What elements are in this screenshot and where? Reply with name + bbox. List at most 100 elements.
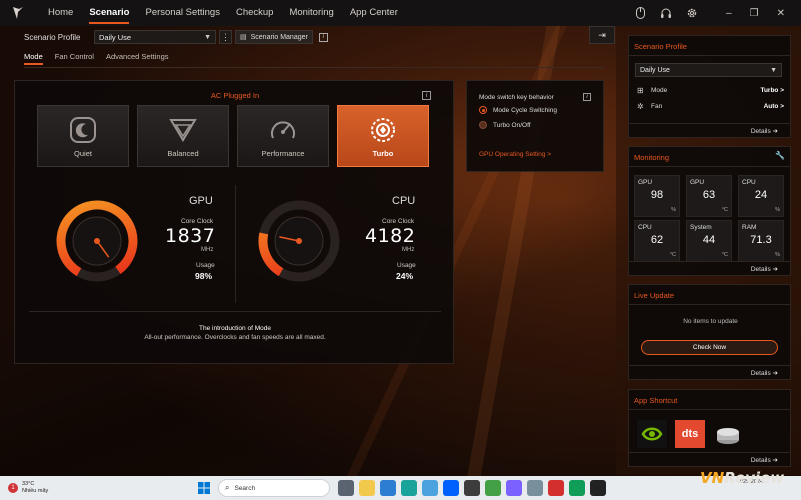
- maps-icon[interactable]: [485, 480, 501, 496]
- gpu-operating-setting-link[interactable]: GPU Operating Setting >: [479, 151, 551, 158]
- mode-cards: Quiet Balanced Performance Turbo: [37, 105, 429, 167]
- taskbar-search[interactable]: ⌕ Search: [218, 479, 330, 497]
- row-label: Fan: [651, 103, 663, 110]
- mail-icon[interactable]: [422, 480, 438, 496]
- mouse-icon[interactable]: [634, 7, 646, 19]
- tab-mode[interactable]: Mode: [24, 52, 43, 65]
- details-link[interactable]: Details ➜: [629, 261, 790, 275]
- scenario-profile-label: Scenario Profile: [24, 32, 81, 42]
- info-icon[interactable]: i: [422, 91, 431, 100]
- nvidia-app-icon[interactable]: [637, 420, 667, 448]
- tab-fan-control[interactable]: Fan Control: [55, 52, 94, 65]
- wrench-icon[interactable]: 🔧: [775, 151, 785, 160]
- nav-checkup[interactable]: Checkup: [228, 0, 282, 26]
- dts-app-icon[interactable]: dts: [675, 420, 705, 448]
- nav-personal-settings[interactable]: Personal Settings: [137, 0, 227, 26]
- cpu-clock-unit: MHz: [402, 247, 415, 253]
- mode-card-balanced[interactable]: Balanced: [137, 105, 229, 167]
- tile-unit: %: [775, 252, 780, 258]
- tab-advanced-settings[interactable]: Advanced Settings: [106, 52, 169, 65]
- file-explorer-icon[interactable]: [359, 480, 375, 496]
- tile-label: CPU: [742, 179, 756, 186]
- edge-icon[interactable]: [401, 480, 417, 496]
- row-label: Mode: [651, 87, 668, 94]
- tile-value: 71.3: [750, 234, 772, 246]
- close-icon[interactable]: ✕: [777, 8, 785, 19]
- nav-scenario[interactable]: Scenario: [81, 0, 137, 26]
- predator-sense-icon[interactable]: [548, 480, 564, 496]
- check-now-button[interactable]: Check Now: [641, 340, 778, 355]
- mode-label-performance: Performance: [261, 149, 305, 158]
- mode-icon: ⊞: [637, 86, 644, 95]
- info-icon[interactable]: i: [583, 93, 591, 101]
- settings-app-icon[interactable]: [527, 480, 543, 496]
- mode-card-quiet[interactable]: Quiet: [37, 105, 129, 167]
- mode-card-turbo[interactable]: Turbo: [337, 105, 429, 167]
- settings-icon[interactable]: [686, 7, 698, 19]
- scenario-profile-value: Daily Use: [99, 32, 132, 42]
- scenario-profile-card: Scenario Profile Daily Use ▼ ⊞ Mode Turb…: [628, 35, 791, 138]
- gpu-usage-value: 98%: [195, 271, 213, 281]
- monitoring-title: Monitoring: [634, 153, 670, 162]
- sidebar-toggle-button[interactable]: ⇥: [589, 26, 615, 44]
- mode-switch-panel: Mode switch key behavior i Mode Cycle Sw…: [466, 80, 604, 172]
- store-icon[interactable]: [380, 480, 396, 496]
- sidebar-profile-dropdown[interactable]: Daily Use ▼: [635, 63, 782, 77]
- quiet-icon: [70, 117, 96, 143]
- watermark-brand: VN: [700, 469, 725, 487]
- scenario-profile-bar: Scenario Profile Daily Use ▼ ⋮ ▤ Scenari…: [24, 30, 328, 44]
- notification-badge: 1: [8, 483, 18, 493]
- card-title: App Shortcut: [629, 390, 790, 410]
- arrow-right-icon: ➜: [772, 128, 778, 135]
- option-mode-cycle-switching[interactable]: Mode Cycle Switching: [479, 106, 557, 114]
- details-link[interactable]: Details ➜: [629, 452, 790, 466]
- right-sidebar: Scenario Profile Daily Use ▼ ⊞ Mode Turb…: [616, 26, 801, 475]
- details-label: Details: [750, 266, 771, 273]
- card-title: Monitoring 🔧: [629, 147, 790, 167]
- details-link[interactable]: Details ➜: [629, 365, 790, 379]
- more-options-button[interactable]: ⋮: [219, 30, 232, 44]
- nav-monitoring[interactable]: Monitoring: [281, 0, 341, 26]
- chevron-down-icon: ▼: [204, 33, 211, 41]
- gpu-usage-label: Usage: [196, 262, 215, 269]
- weather-widget[interactable]: 1 33°C Nhiều mây: [8, 481, 48, 495]
- app-icon[interactable]: [464, 480, 480, 496]
- tile-label: System: [690, 224, 712, 231]
- restore-icon[interactable]: ❐: [750, 8, 759, 19]
- arrow-right-icon: ➜: [772, 266, 778, 273]
- tile-value: 63: [702, 189, 716, 201]
- profile-fan-row[interactable]: ✲ Fan Auto >: [637, 102, 784, 111]
- app-icon[interactable]: [590, 480, 606, 496]
- tile-label: CPU: [638, 224, 652, 231]
- app-icon[interactable]: [569, 480, 585, 496]
- vnreview-watermark: VNReview: [700, 469, 784, 487]
- live-update-card: Live Update No items to update Check Now…: [628, 284, 791, 380]
- windows-taskbar: 1 33°C Nhiều mây ⌕ Search 7/29/2024: [0, 476, 801, 500]
- dts-logo-text: dts: [681, 428, 699, 440]
- nav-home[interactable]: Home: [40, 0, 81, 26]
- radio-selected-icon[interactable]: [479, 106, 487, 114]
- option-turbo-on-off[interactable]: Turbo On/Off: [479, 121, 531, 129]
- scenario-manager-button[interactable]: ▤ Scenario Manager: [235, 30, 313, 44]
- nav-app-center[interactable]: App Center: [342, 0, 406, 26]
- storage-app-icon[interactable]: [713, 420, 743, 448]
- subtabs-divider: [24, 67, 604, 68]
- minimize-icon[interactable]: –: [726, 8, 732, 19]
- radio-unselected-icon[interactable]: [479, 121, 487, 129]
- task-view-icon[interactable]: [338, 480, 354, 496]
- headset-icon[interactable]: [660, 7, 672, 19]
- app-icon[interactable]: [506, 480, 522, 496]
- mode-intro-title: The introduction of Mode: [199, 325, 271, 332]
- mode-card-performance[interactable]: Performance: [237, 105, 329, 167]
- profile-mode-row[interactable]: ⊞ Mode Turbo >: [637, 86, 784, 95]
- details-link[interactable]: Details ➜: [629, 123, 790, 137]
- dropbox-icon[interactable]: [443, 480, 459, 496]
- windows-start-icon[interactable]: [198, 482, 210, 494]
- gpu-title: GPU: [189, 195, 213, 207]
- row-value: Auto >: [763, 103, 784, 110]
- mode-panel: AC Plugged In i Quiet Balanced Performan…: [14, 80, 454, 364]
- monitor-tile-cpu-temp: CPU 62 °C: [634, 220, 680, 262]
- scenario-profile-dropdown[interactable]: Daily Use ▼: [94, 30, 216, 44]
- info-icon[interactable]: i: [318, 32, 328, 42]
- ac-status: AC Plugged In: [210, 91, 260, 100]
